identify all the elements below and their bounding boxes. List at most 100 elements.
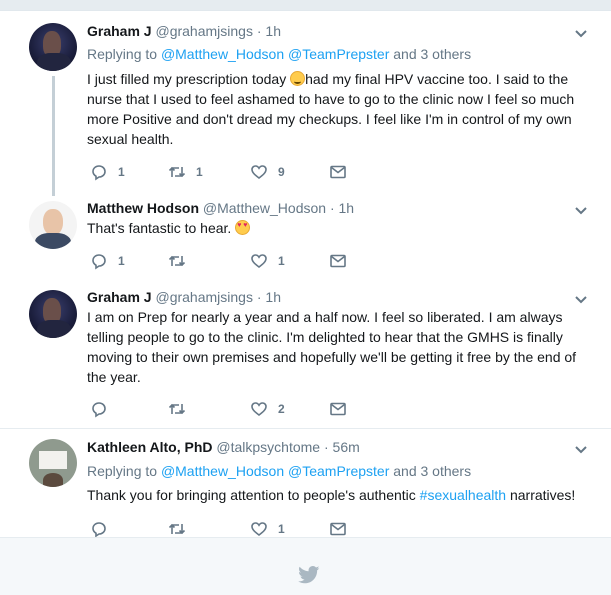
tweet-actions: 2 [87,399,387,419]
envelope-icon [330,522,346,536]
reply-button[interactable]: 1 [90,162,125,182]
twitter-bird-icon [298,566,320,584]
reply-icon [92,165,106,181]
avatar[interactable] [29,439,77,487]
like-count: 9 [278,165,285,179]
tweet-text-part: That's fantastic to hear. [87,220,236,236]
like-count: 1 [278,254,285,268]
separator-dot: · [323,439,329,455]
avatar[interactable] [29,290,77,338]
replying-to-label: Replying to [87,46,158,62]
like-count: 2 [278,402,285,416]
reply-count: 1 [118,254,125,268]
separator-dot: · [329,200,335,216]
others-link[interactable]: and 3 others [393,463,471,479]
separator-dot: · [256,289,262,305]
retweet-icon [168,523,186,535]
replying-to: Replying to @Matthew_Hodson @TeamPrepste… [87,463,471,479]
envelope-icon [330,165,346,179]
timestamp[interactable]: 1h [265,23,281,39]
author-name[interactable]: Graham J [87,289,152,305]
like-count: 1 [278,522,285,536]
tweet-matthew[interactable]: Matthew Hodson @Matthew_Hodson · 1h That… [0,196,611,284]
retweet-icon [168,255,186,267]
mention-link[interactable]: @TeamPrepster [288,463,389,479]
chevron-down-icon[interactable] [574,206,588,216]
mention-link[interactable]: @Matthew_Hodson [161,46,284,62]
others-link[interactable]: and 3 others [393,46,471,62]
like-button[interactable]: 1 [250,251,285,271]
tweet-graham-1[interactable]: Graham J @grahamjsings · 1h Replying to … [0,0,611,196]
replying-to-label: Replying to [87,463,158,479]
reply-icon [92,402,106,418]
heart-icon [251,522,267,537]
direct-message-button[interactable] [329,251,347,271]
author-handle[interactable]: @grahamjsings [155,23,252,39]
reply-button[interactable] [90,399,118,419]
tweet-text-part: narratives! [506,487,576,503]
retweet-icon [168,166,186,178]
author-handle[interactable]: @Matthew_Hodson [203,200,326,216]
timeline-footer [0,537,611,595]
reply-icon [92,254,106,270]
tweet-text: Thank you for bringing attention to peop… [87,485,592,505]
tweet-graham-2[interactable]: Graham J @grahamjsings · 1h I am on Prep… [0,284,611,428]
author-handle[interactable]: @grahamjsings [155,289,252,305]
reply-button[interactable] [90,519,118,539]
envelope-icon [330,254,346,268]
like-button[interactable]: 1 [250,519,285,539]
tweet-text: I just filled my prescription today had … [87,69,592,149]
retweet-button[interactable] [168,519,196,539]
tweet-actions: 1 1 9 [87,162,387,182]
tweet-text: I am on Prep for nearly a year and a hal… [87,307,592,387]
heart-icon [251,165,267,180]
reply-icon [92,522,106,538]
mention-link[interactable]: @Matthew_Hodson [161,463,284,479]
timestamp[interactable]: 1h [339,200,355,216]
tweet-text-part: Thank you for bringing attention to peop… [87,487,420,503]
tweet-header: Matthew Hodson @Matthew_Hodson · 1h [87,200,354,216]
like-button[interactable]: 2 [250,399,285,419]
direct-message-button[interactable] [329,519,347,539]
avatar[interactable] [29,23,77,71]
retweet-count: 1 [196,165,203,179]
like-button[interactable]: 9 [250,162,285,182]
envelope-icon [330,402,346,416]
chevron-down-icon[interactable] [574,445,588,455]
tweet-header: Kathleen Alto, PhD @talkpsychtome · 56m [87,439,360,455]
heart-icon [251,254,267,269]
chevron-down-icon[interactable] [574,29,588,39]
author-name[interactable]: Graham J [87,23,152,39]
tweet-actions: 1 [87,519,387,539]
tweet-kathleen[interactable]: Kathleen Alto, PhD @talkpsychtome · 56m … [0,429,611,539]
thread-line [52,76,55,196]
author-name[interactable]: Matthew Hodson [87,200,199,216]
direct-message-button[interactable] [329,399,347,419]
author-handle[interactable]: @talkpsychtome [216,439,320,455]
direct-message-button[interactable] [329,162,347,182]
tweet-text-part: I am on Prep for nearly a year and a hal… [87,309,577,385]
reply-button[interactable]: 1 [90,251,125,271]
tweet-actions: 1 1 [87,251,387,271]
avatar[interactable] [29,201,77,249]
separator-dot: · [256,23,262,39]
tweet-header: Graham J @grahamjsings · 1h [87,289,281,305]
replying-to: Replying to @Matthew_Hodson @TeamPrepste… [87,46,471,62]
chevron-down-icon[interactable] [574,295,588,305]
timestamp[interactable]: 1h [265,289,281,305]
retweet-button[interactable] [168,251,196,271]
retweet-button[interactable]: 1 [168,162,203,182]
retweet-icon [168,403,186,415]
reply-count: 1 [118,165,125,179]
tweet-header: Graham J @grahamjsings · 1h [87,23,281,39]
heart-icon [251,402,267,417]
tweet-text: That's fantastic to hear. [87,218,592,238]
mention-link[interactable]: @TeamPrepster [288,46,389,62]
retweet-button[interactable] [168,399,196,419]
smiling-face-emoji-icon [290,71,306,86]
timestamp[interactable]: 56m [333,439,360,455]
tweet-text-part: I just filled my prescription today [87,71,291,87]
author-name[interactable]: Kathleen Alto, PhD [87,439,213,455]
heart-eyes-emoji-icon [235,220,251,235]
hashtag-link[interactable]: #sexualhealth [420,487,506,503]
